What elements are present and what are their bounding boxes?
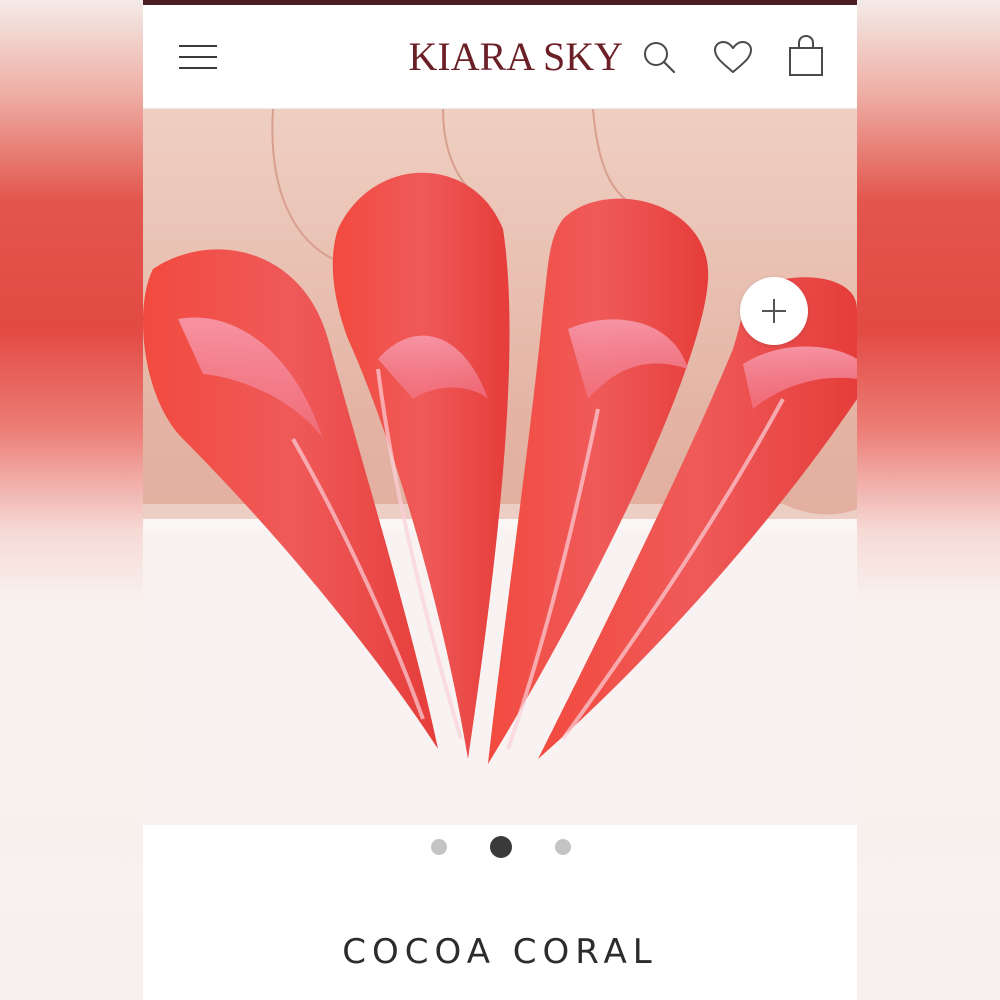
product-page: KIARA SKY COCOA CORAL: [143, 0, 857, 1000]
shopping-bag-icon[interactable]: [787, 34, 825, 78]
search-icon[interactable]: [640, 38, 680, 78]
zoom-plus-icon[interactable]: [740, 277, 808, 345]
carousel-pagination: [143, 836, 857, 858]
carousel-dot-1[interactable]: [431, 839, 447, 855]
heart-icon[interactable]: [711, 38, 755, 78]
brand-logo[interactable]: KIARA SKY: [379, 33, 623, 81]
carousel-dot-3[interactable]: [555, 839, 571, 855]
hamburger-menu-icon[interactable]: [177, 39, 219, 75]
site-header: KIARA SKY: [143, 5, 857, 109]
carousel-dot-2-active[interactable]: [490, 836, 512, 858]
product-title: COCOA CORAL: [342, 932, 658, 972]
product-image[interactable]: [143, 109, 857, 825]
